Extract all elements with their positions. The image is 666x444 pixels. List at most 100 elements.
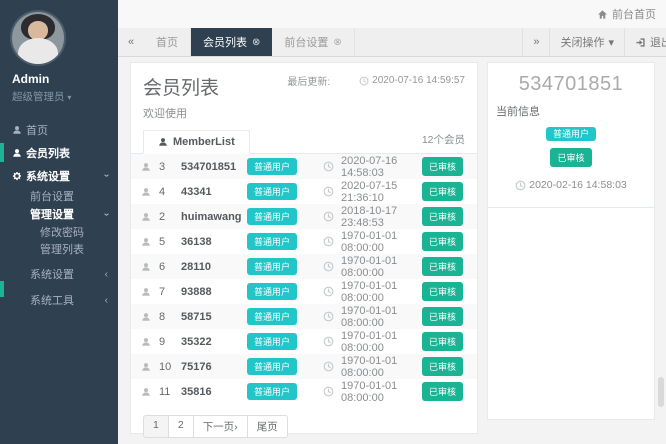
sidebar-scroll-indicator: [0, 143, 4, 162]
user-role-dropdown[interactable]: 超级管理员 ▾: [12, 89, 118, 104]
sidebar-item-front-settings[interactable]: 前台设置: [0, 187, 118, 205]
logout-button[interactable]: 退出: [624, 28, 666, 56]
avatar[interactable]: [12, 12, 64, 64]
review-button[interactable]: 已审核: [422, 357, 463, 376]
member-time: 1970-01-01 08:00:00: [341, 280, 422, 304]
chevron-down-icon: ›: [101, 212, 112, 215]
member-name: 35816: [181, 386, 247, 398]
member-type-badge[interactable]: 普通用户: [247, 283, 297, 300]
member-type-badge[interactable]: 普通用户: [546, 127, 596, 141]
close-tab-icon[interactable]: ⊗: [252, 37, 260, 48]
last-page-button[interactable]: 尾页: [247, 415, 288, 438]
member-type-badge[interactable]: 普通用户: [247, 383, 297, 400]
clock-icon: [323, 236, 334, 247]
member-name: huimawang: [181, 211, 247, 223]
review-button[interactable]: 已审核: [422, 232, 463, 251]
user-icon: [12, 148, 26, 158]
member-type-badge[interactable]: 普通用户: [247, 358, 297, 375]
front-home-link[interactable]: 前台首页: [597, 6, 656, 22]
next-page-button[interactable]: 下一页›: [193, 415, 248, 438]
sidebar: Admin 超级管理员 ▾ 首页 会员列表 系统设置 › 前台设置 管理设置 ›…: [0, 0, 118, 444]
review-button[interactable]: 已审核: [422, 282, 463, 301]
sidebar-item-manager-list[interactable]: 管理列表: [0, 240, 118, 257]
member-type-badge[interactable]: 普通用户: [247, 183, 297, 200]
member-type-badge[interactable]: 普通用户: [247, 258, 297, 275]
member-id: 8: [159, 311, 181, 323]
sidebar-item-system-tools[interactable]: 系统工具 ‹: [0, 291, 118, 309]
tab-front-settings[interactable]: 前台设置 ⊗: [272, 28, 354, 56]
user-icon: [141, 187, 159, 197]
member-id: 5: [159, 236, 181, 248]
member-id: 2: [159, 211, 181, 223]
sidebar-item-system-settings-2[interactable]: 系统设置 ‹: [0, 265, 118, 283]
page-button-2[interactable]: 2: [168, 415, 194, 438]
last-update: 最后更新: 2020-07-16 14:59:57: [287, 73, 465, 88]
member-type-badge[interactable]: 普通用户: [247, 333, 297, 350]
review-button[interactable]: 已审核: [422, 257, 463, 276]
clock-icon: [323, 286, 334, 297]
sidebar-scroll-indicator: [0, 281, 4, 297]
pagination: 1 2 下一页› 尾页: [143, 415, 477, 438]
page-tabs-bar: « 首页 会员列表 ⊗ 前台设置 ⊗ » 关闭操作 ▾ 退出: [118, 28, 666, 57]
member-row: 3 534701851 普通用户 2020-07-16 14:58:03 已审核: [131, 154, 477, 179]
member-id: 4: [159, 186, 181, 198]
caret-down-icon: ▾: [67, 93, 71, 102]
close-operations-dropdown[interactable]: 关闭操作 ▾: [549, 28, 624, 56]
clock-icon: [323, 261, 334, 272]
close-tab-icon[interactable]: ⊗: [333, 37, 341, 48]
page-button-1[interactable]: 1: [143, 415, 169, 438]
member-row: 10 75176 普通用户 1970-01-01 08:00:00 已审核: [131, 354, 477, 379]
selected-member-name: 534701851: [488, 73, 654, 96]
clock-icon: [323, 336, 334, 347]
scroll-tabs-right-button[interactable]: »: [522, 28, 549, 56]
user-icon: [141, 287, 159, 297]
clock-icon: [359, 76, 369, 86]
top-header-bar: 前台首页: [118, 0, 666, 28]
member-name: 36138: [181, 236, 247, 248]
tab-member-list[interactable]: 会员列表 ⊗: [191, 28, 272, 56]
review-button[interactable]: 已审核: [422, 332, 463, 351]
member-type-badge[interactable]: 普通用户: [247, 158, 297, 175]
member-type-badge[interactable]: 普通用户: [247, 208, 297, 225]
member-count: 12个会员: [422, 132, 465, 153]
user-name: Admin: [12, 72, 118, 86]
clock-icon: [323, 361, 334, 372]
sidebar-item-manage-settings[interactable]: 管理设置 ›: [0, 205, 118, 223]
sidebar-item-change-password[interactable]: 修改密码: [0, 223, 118, 240]
home-icon: [597, 9, 608, 20]
review-button[interactable]: 已审核: [550, 148, 591, 167]
tab-memberlist[interactable]: MemberList: [143, 130, 250, 154]
review-button[interactable]: 已审核: [422, 382, 463, 401]
sidebar-item-system-settings[interactable]: 系统设置 ›: [0, 164, 118, 187]
member-id: 3: [159, 161, 181, 173]
clock-icon: [323, 311, 334, 322]
user-icon: [141, 337, 159, 347]
user-icon: [141, 237, 159, 247]
member-name: 534701851: [181, 161, 247, 173]
scrollbar-thumb[interactable]: [658, 377, 664, 407]
panel-tabs: MemberList 12个会员: [131, 130, 477, 154]
member-type-badge[interactable]: 普通用户: [247, 308, 297, 325]
member-row: 6 28110 普通用户 1970-01-01 08:00:00 已审核: [131, 254, 477, 279]
review-button[interactable]: 已审核: [422, 207, 463, 226]
scroll-tabs-left-button[interactable]: «: [118, 28, 144, 56]
sidebar-item-member-list[interactable]: 会员列表: [0, 141, 118, 164]
sidebar-item-home[interactable]: 首页: [0, 118, 118, 141]
member-table-body: 3 534701851 普通用户 2020-07-16 14:58:03 已审核…: [131, 154, 477, 404]
member-time: 2020-07-16 14:58:03: [341, 155, 422, 179]
tab-home[interactable]: 首页: [144, 28, 191, 56]
member-id: 10: [159, 361, 181, 373]
chevron-left-icon: ‹: [105, 269, 108, 280]
user-icon: [141, 387, 159, 397]
member-time: 1970-01-01 08:00:00: [341, 255, 422, 279]
gear-icon: [12, 171, 26, 181]
review-button[interactable]: 已审核: [422, 157, 463, 176]
review-button[interactable]: 已审核: [422, 182, 463, 201]
review-button[interactable]: 已审核: [422, 307, 463, 326]
member-name: 75176: [181, 361, 247, 373]
member-type-badge[interactable]: 普通用户: [247, 233, 297, 250]
member-row: 11 35816 普通用户 1970-01-01 08:00:00 已审核: [131, 379, 477, 404]
member-id: 7: [159, 286, 181, 298]
current-info-panel: 534701851 当前信息 普通用户 已审核 2020-02-16 14:58…: [487, 62, 655, 420]
user-icon: [141, 262, 159, 272]
